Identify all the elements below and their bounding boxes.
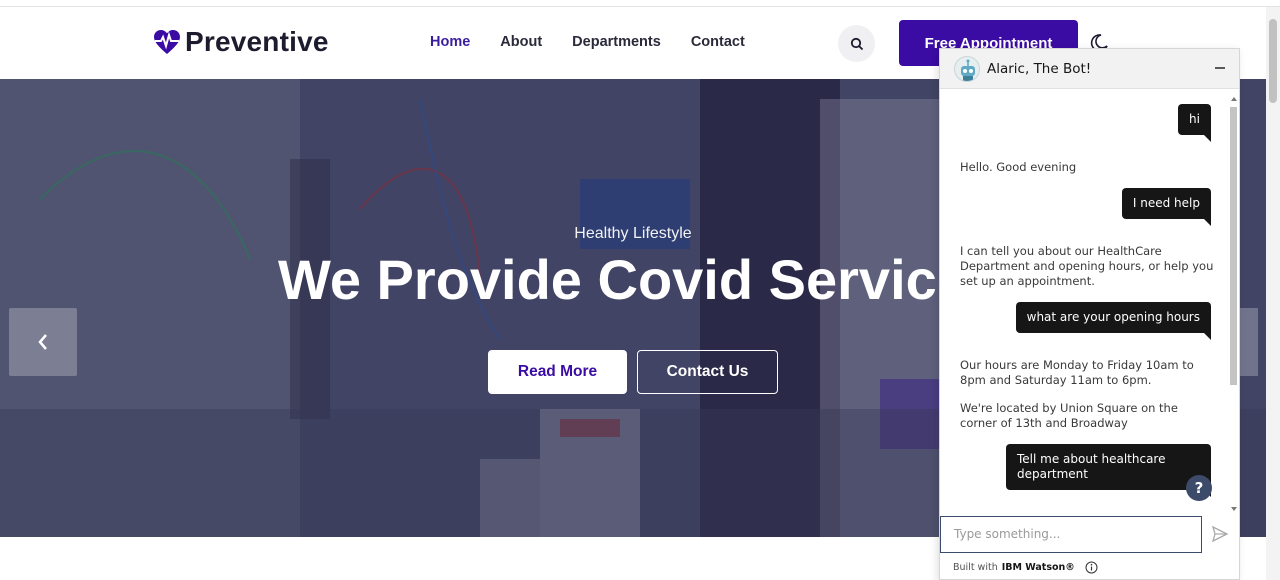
nav-contact[interactable]: Contact [691,34,745,50]
minimize-icon [1215,67,1225,69]
chat-input[interactable]: Type something... [940,516,1202,553]
user-message: what are your opening hours [1015,302,1212,340]
nav-departments[interactable]: Departments [572,34,661,50]
bot-message: Our hours are Monday to Friday 10am to 8… [960,358,1194,387]
carousel-next-button[interactable] [1238,308,1258,376]
nav-about[interactable]: About [500,34,542,50]
top-border [0,0,1280,7]
logo-text: Preventive [185,26,329,57]
chat-scrollbar-thumb[interactable] [1230,107,1237,385]
logo[interactable]: Preventive [153,26,329,58]
bot-avatar [954,56,980,82]
heart-pulse-icon [154,30,180,54]
search-button[interactable] [838,25,875,62]
contact-us-button[interactable]: Contact Us [637,350,778,394]
chat-header: Alaric, The Bot! [940,49,1239,89]
read-more-button[interactable]: Read More [488,350,627,394]
search-icon [850,37,863,50]
chevron-left-icon [38,334,47,350]
page-scrollbar[interactable] [1266,7,1280,580]
scroll-up-icon [1231,97,1237,101]
robot-icon [961,59,975,81]
bot-message: I can tell you about our HealthCare Depa… [960,244,1214,288]
bot-name: Alaric, The Bot! [987,61,1092,77]
footer-prefix: Built with [953,562,998,573]
carousel-prev-button[interactable] [9,308,77,376]
footer-brand: IBM Watson® [1001,562,1075,573]
chat-footer: Built with IBM Watson® [953,561,1098,574]
user-message: hi [1178,104,1211,142]
send-icon[interactable] [1211,525,1229,543]
user-message: I need help [1121,188,1212,226]
help-button[interactable]: ? [1186,475,1212,501]
hero-title: We Provide Covid Service [278,248,968,311]
info-icon[interactable] [1085,561,1098,574]
user-message: Tell me about healthcare department [1006,444,1211,497]
bot-message: Hello. Good evening [960,160,1077,174]
scroll-down-icon [1231,507,1237,511]
bot-message: We're located by Union Square on the cor… [960,401,1178,430]
chat-messages: hi Hello. Good evening I need help I can… [940,90,1239,516]
chat-widget: Alaric, The Bot! hi Hello. Good evening … [939,48,1240,580]
minimize-button[interactable] [1214,58,1230,78]
nav-home[interactable]: Home [430,34,470,50]
main-nav: Home About Departments Contact [430,34,745,50]
chat-scrollbar[interactable] [1228,95,1238,513]
page-scrollbar-thumb[interactable] [1269,19,1277,103]
